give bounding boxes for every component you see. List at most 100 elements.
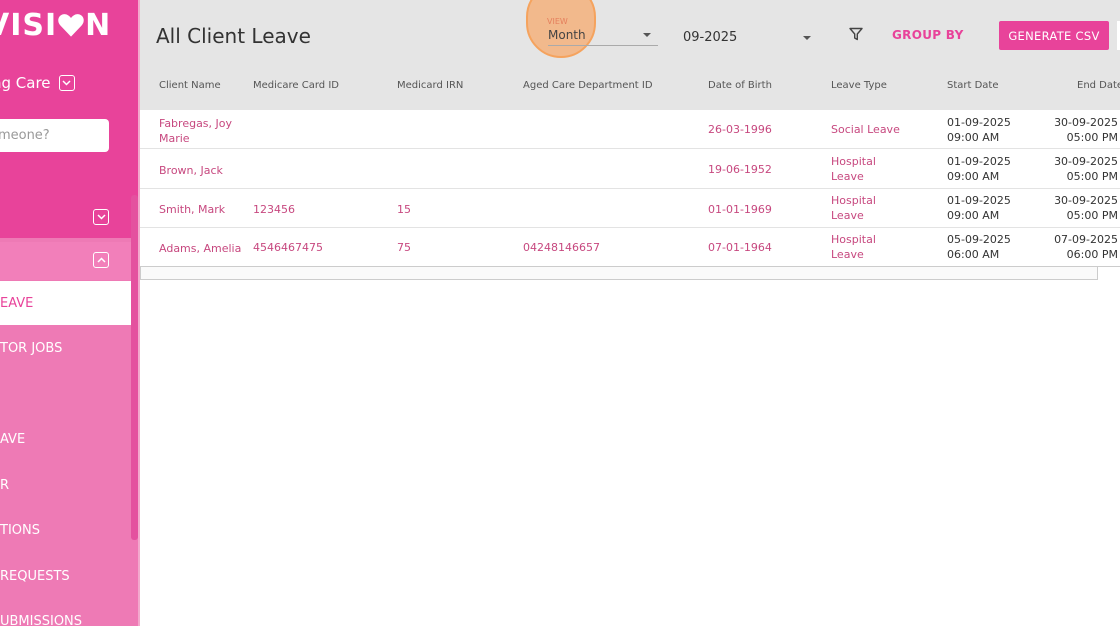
sidebar-scrollbar[interactable]	[131, 195, 138, 540]
sidebar-item-r[interactable]: R	[0, 478, 9, 493]
leave-type-cell: Hospital Leave	[831, 154, 876, 184]
column-header-start-date[interactable]: Start Date	[947, 80, 999, 91]
column-header-end-date[interactable]: End Date	[1077, 80, 1120, 91]
leave-type-line: Hospital	[831, 155, 876, 168]
table-row[interactable]: Adams, Amelia 4546467475 75 04248146657 …	[140, 228, 1120, 267]
sidebar: VISIN ng Care omeone? EAVE TOR JOBS AVE …	[0, 0, 140, 626]
view-select[interactable]: Month	[548, 28, 658, 46]
end-date: 07-09-2025	[1054, 233, 1118, 246]
start-date-cell: 01-09-2025 09:00 AM	[947, 193, 1011, 223]
client-name-line: Fabregas, Joy	[159, 117, 233, 130]
leave-type-line: Social Leave	[831, 123, 900, 136]
leave-type-cell: Social Leave	[831, 122, 900, 137]
client-name-cell[interactable]: Adams, Amelia	[159, 241, 241, 256]
sidebar-item-tions[interactable]: TIONS	[0, 523, 40, 538]
client-name-line: Smith, Mark	[159, 203, 226, 216]
chevron-up-icon	[96, 257, 106, 263]
column-header-medicare-card-id[interactable]: Medicare Card ID	[253, 80, 339, 91]
column-header-leave-type[interactable]: Leave Type	[831, 80, 887, 91]
end-date: 30-09-2025	[1054, 155, 1118, 168]
start-time: 09:00 AM	[947, 170, 1000, 183]
aged-care-id-cell: 04248146657	[523, 241, 600, 254]
view-select-value: Month	[548, 28, 586, 42]
dob-cell: 01-01-1969	[708, 203, 772, 216]
start-date: 01-09-2025	[947, 155, 1011, 168]
chevron-down-icon	[58, 75, 75, 91]
expand-section-button[interactable]	[93, 209, 109, 225]
search-placeholder: omeone?	[0, 128, 50, 143]
table-row[interactable]: Fabregas, Joy Marie 26-03-1996 Social Le…	[140, 110, 1120, 149]
table-row[interactable]: Brown, Jack 19-06-1952 Hospital Leave 01…	[140, 150, 1120, 189]
chevron-down-icon	[96, 214, 106, 220]
leave-type-line: Leave	[831, 170, 864, 183]
generate-csv-button[interactable]: GENERATE CSV	[999, 21, 1109, 50]
dob-cell: 26-03-1996	[708, 123, 772, 136]
sidebar-item-label: AVE	[0, 432, 26, 447]
column-header-aged-care-department-id[interactable]: Aged Care Department ID	[523, 80, 653, 91]
leave-type-line: Leave	[831, 209, 864, 222]
org-name: ng Care	[0, 74, 51, 92]
dropdown-arrow-icon	[643, 33, 651, 37]
client-search-input[interactable]: omeone?	[0, 119, 109, 152]
medicare-id-cell: 123456	[253, 203, 295, 216]
month-select[interactable]: 09-2025	[683, 30, 737, 45]
sidebar-item-label: TIONS	[0, 523, 40, 538]
end-date-cell: 30-09-2025 05:00 PM	[1054, 193, 1118, 223]
end-date-cell: 30-09-2025 05:00 PM	[1054, 115, 1118, 145]
end-date-cell: 07-09-2025 06:00 PM	[1054, 232, 1118, 262]
column-header-client-name[interactable]: Client Name	[159, 80, 221, 91]
dob-cell: 19-06-1952	[708, 163, 772, 176]
sidebar-item-client-leave[interactable]: EAVE	[0, 281, 131, 325]
end-time: 06:00 PM	[1066, 248, 1118, 261]
leave-type-line: Hospital	[831, 194, 876, 207]
leave-type-cell: Hospital Leave	[831, 232, 876, 262]
month-select-value: 09-2025	[683, 30, 738, 45]
start-date: 05-09-2025	[947, 233, 1011, 246]
table-horizontal-scrollbar[interactable]	[140, 267, 1098, 280]
end-time: 05:00 PM	[1066, 131, 1118, 144]
start-date-cell: 05-09-2025 06:00 AM	[947, 232, 1011, 262]
column-header-medicard-irn[interactable]: Medicard IRN	[397, 80, 463, 91]
dob-cell: 07-01-1964	[708, 241, 772, 254]
client-name-cell[interactable]: Smith, Mark	[159, 202, 225, 217]
sidebar-item-label: UBMISSIONS	[0, 614, 83, 626]
client-name-cell[interactable]: Brown, Jack	[159, 163, 223, 178]
org-switcher[interactable]: ng Care	[0, 74, 75, 92]
sidebar-item-contractor-jobs[interactable]: TOR JOBS	[0, 341, 62, 356]
table-row[interactable]: Smith, Mark 123456 15 01-01-1969 Hospita…	[140, 189, 1120, 228]
page-header: All Client Leave VIEW Month 09-2025 GROU…	[140, 0, 1120, 110]
start-date: 01-09-2025	[947, 116, 1011, 129]
end-date: 30-09-2025	[1054, 194, 1118, 207]
start-date: 01-09-2025	[947, 194, 1011, 207]
expanded-section-header[interactable]	[0, 242, 131, 280]
column-header-date-of-birth[interactable]: Date of Birth	[708, 80, 772, 91]
client-name-line: Brown, Jack	[159, 164, 223, 177]
dropdown-arrow-icon	[803, 36, 811, 40]
sidebar-item-requests[interactable]: REQUESTS	[0, 569, 70, 584]
end-time: 05:00 PM	[1066, 170, 1118, 183]
leave-type-line: Hospital	[831, 233, 876, 246]
start-date-cell: 01-09-2025 09:00 AM	[947, 115, 1011, 145]
page-title: All Client Leave	[156, 24, 311, 48]
logo-text-tail: N	[85, 8, 112, 43]
end-time: 05:00 PM	[1066, 209, 1118, 222]
collapse-section-button[interactable]	[93, 252, 109, 268]
sidebar-item-label: R	[0, 478, 10, 493]
group-by-button[interactable]: GROUP BY	[892, 28, 964, 42]
heart-icon	[58, 14, 84, 37]
leave-type-line: Leave	[831, 248, 864, 261]
irn-cell: 75	[397, 241, 411, 254]
sidebar-item-label: TOR JOBS	[0, 341, 63, 356]
app-logo: VISI N	[0, 8, 111, 43]
view-label: VIEW	[547, 17, 568, 26]
sidebar-item-submissions[interactable]: UBMISSIONS	[0, 614, 82, 626]
leave-type-cell: Hospital Leave	[831, 193, 876, 223]
logo-text: VISI	[0, 8, 58, 43]
sidebar-item-leave[interactable]: AVE	[0, 432, 25, 447]
end-date: 30-09-2025	[1054, 116, 1118, 129]
end-date-cell: 30-09-2025 05:00 PM	[1054, 154, 1118, 184]
filter-icon[interactable]	[849, 26, 863, 45]
client-name-line: Marie	[159, 132, 190, 145]
client-name-cell[interactable]: Fabregas, Joy Marie	[159, 116, 232, 146]
irn-cell: 15	[397, 203, 411, 216]
